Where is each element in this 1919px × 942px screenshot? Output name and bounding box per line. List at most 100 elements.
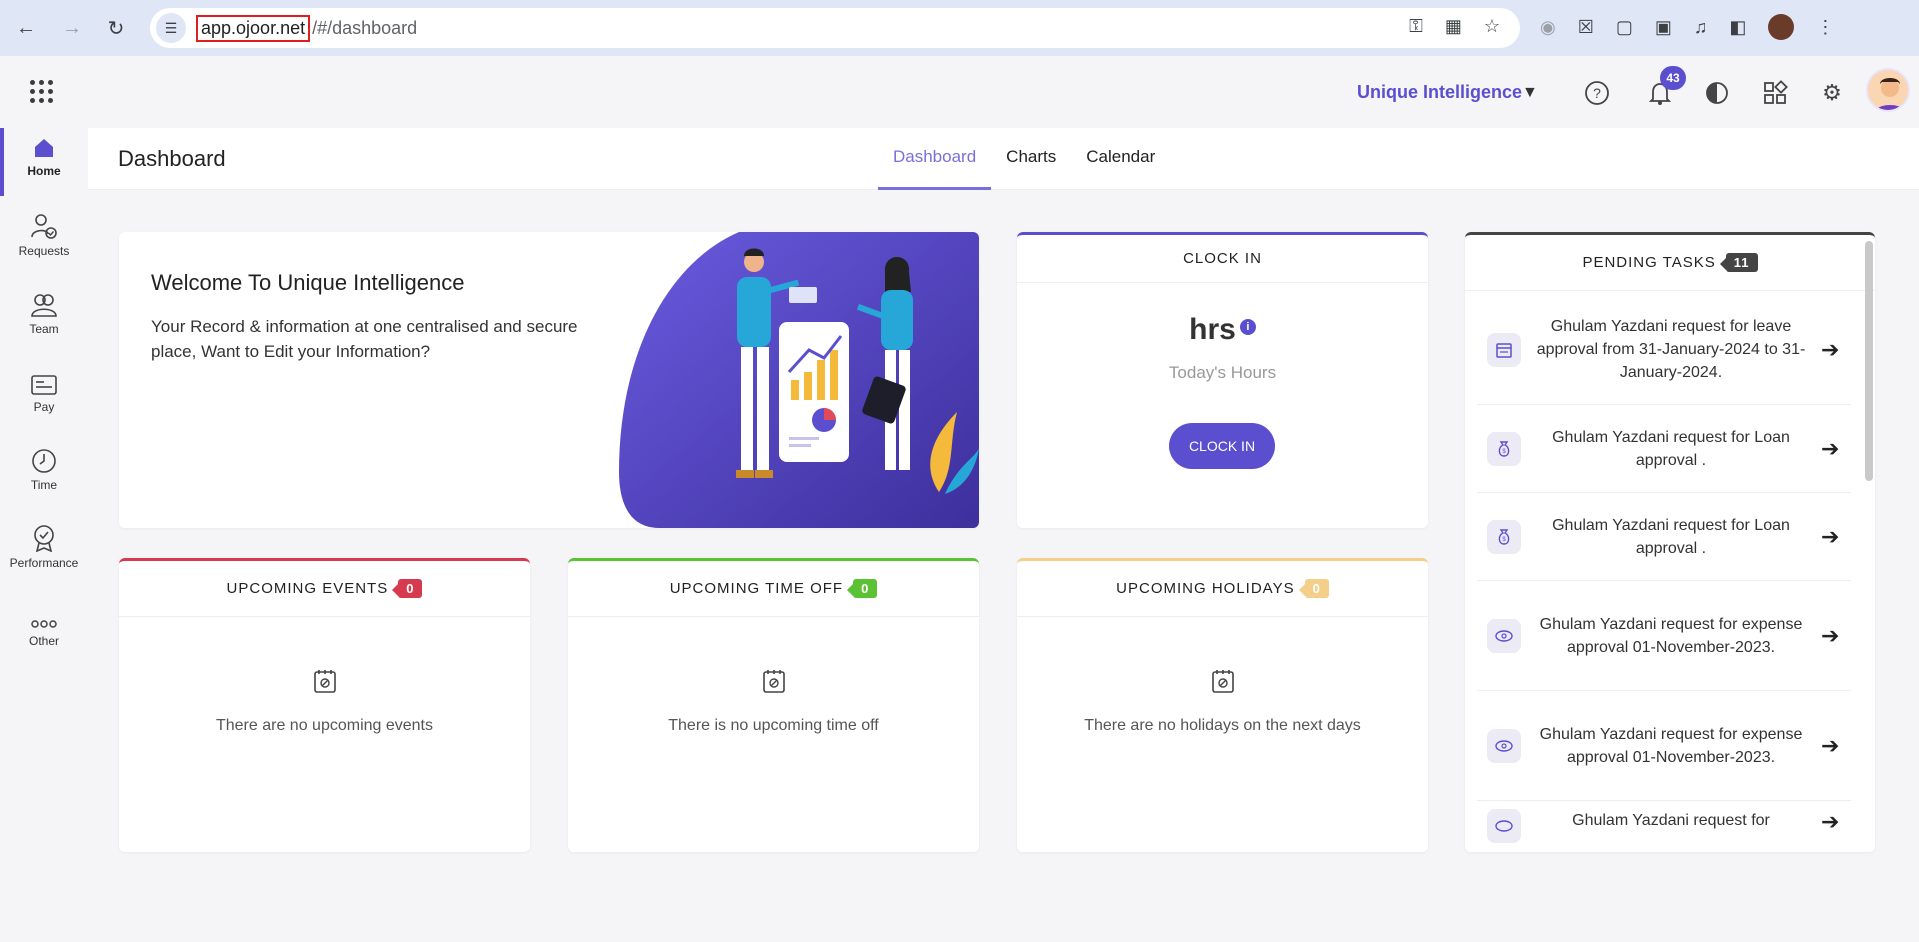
- welcome-text: Your Record & information at one central…: [151, 317, 578, 361]
- cash-icon: [1487, 728, 1521, 763]
- tab-charts[interactable]: Charts: [991, 128, 1071, 190]
- sidebar-item-label: Performance: [9, 556, 79, 570]
- sidebar-item-label: Other: [28, 634, 59, 648]
- address-bar[interactable]: ☰ app.ojoor.net/#/dashboard ⚿ ▦ ☆: [150, 8, 1520, 48]
- arrow-right-icon[interactable]: ➔: [1821, 733, 1851, 759]
- cash-icon: [1487, 809, 1521, 843]
- task-item[interactable]: Ghulam Yazdani request for expense appro…: [1477, 581, 1851, 691]
- sidebar-item-home[interactable]: Home: [0, 128, 88, 198]
- translate-icon[interactable]: ▦: [1445, 16, 1462, 37]
- upcoming-holidays-label: UPCOMING HOLIDAYS: [1116, 580, 1295, 597]
- site-info-icon[interactable]: ☰: [156, 13, 186, 43]
- arrow-right-icon[interactable]: ➔: [1821, 524, 1851, 550]
- tab-bar: Dashboard Charts Calendar: [878, 128, 1170, 190]
- pending-count-badge: 11: [1719, 253, 1758, 272]
- extension-x-icon[interactable]: ☒: [1578, 17, 1594, 38]
- todays-hours-label: Today's Hours: [1168, 363, 1277, 382]
- upcoming-time-off-label: UPCOMING TIME OFF: [669, 580, 844, 597]
- upcoming-holidays-card: UPCOMING HOLIDAYS 0 There are no holiday…: [1017, 558, 1428, 852]
- pending-tasks-label: PENDING TASKS: [1582, 254, 1716, 271]
- sidebar-item-requests[interactable]: Requests: [0, 208, 88, 278]
- task-item[interactable]: $ Ghulam Yazdani request for Loan approv…: [1477, 405, 1851, 493]
- sidebar-item-other[interactable]: Other: [0, 598, 88, 668]
- empty-holidays-text: There are no holidays on the next days: [1084, 717, 1361, 734]
- help-icon[interactable]: ?: [1582, 78, 1612, 108]
- task-item[interactable]: $ Ghulam Yazdani request for Loan approv…: [1477, 493, 1851, 581]
- screenshot-icon[interactable]: ▢: [1616, 17, 1633, 38]
- arrow-right-icon[interactable]: ➔: [1821, 623, 1851, 649]
- timeoff-count-badge: 0: [847, 579, 878, 598]
- calendar-icon: [1487, 332, 1521, 367]
- menu-dots-icon[interactable]: ⋮: [1816, 17, 1834, 38]
- svg-text:$: $: [1502, 449, 1506, 455]
- sidebar-item-label: Team: [29, 322, 59, 336]
- svg-text:?: ?: [1593, 85, 1601, 101]
- award-icon: [31, 520, 57, 552]
- arrow-right-icon[interactable]: ➔: [1821, 337, 1851, 363]
- task-text: Ghulam Yazdani request for Loan approval…: [1552, 428, 1790, 469]
- avatar[interactable]: [1866, 68, 1910, 112]
- page-title: Dashboard: [118, 146, 226, 171]
- widgets-icon[interactable]: [1760, 78, 1790, 108]
- clock-in-button[interactable]: CLOCK IN: [1169, 423, 1275, 469]
- upcoming-events-label: UPCOMING EVENTS: [226, 580, 389, 597]
- empty-timeoff-text: There is no upcoming time off: [668, 717, 879, 734]
- upcoming-time-off-title: UPCOMING TIME OFF 0: [568, 561, 979, 617]
- empty-note-icon: [568, 667, 979, 702]
- welcome-title: Welcome To Unique Intelligence: [151, 270, 465, 295]
- sidebar-item-team[interactable]: Team: [0, 286, 88, 356]
- holidays-count-badge: 0: [1298, 579, 1329, 598]
- key-icon[interactable]: ⚿: [1409, 16, 1423, 37]
- empty-note-icon: [119, 667, 530, 702]
- pending-tasks-card: PENDING TASKS 11 Ghulam Yazdani request …: [1465, 232, 1875, 852]
- app-header: Unique Intelligence ▼ ? 43 ⚙: [0, 56, 1919, 128]
- clock-icon: [31, 442, 57, 474]
- hours-display: hrs i: [1017, 313, 1428, 347]
- arrow-right-icon[interactable]: ➔: [1821, 436, 1851, 462]
- info-icon[interactable]: i: [1239, 319, 1256, 335]
- svg-text:$: $: [1502, 537, 1506, 543]
- puzzle-icon[interactable]: ▣: [1655, 17, 1672, 38]
- upcoming-holidays-title: UPCOMING HOLIDAYS 0: [1017, 561, 1428, 617]
- empty-note-icon: [1017, 667, 1428, 702]
- apps-grid-icon[interactable]: [30, 80, 53, 103]
- back-icon[interactable]: ←: [12, 14, 40, 42]
- task-item[interactable]: Ghulam Yazdani request for expense appro…: [1477, 691, 1851, 801]
- theme-icon[interactable]: [1702, 78, 1732, 108]
- profile-avatar[interactable]: [1768, 14, 1795, 40]
- task-item[interactable]: Ghulam Yazdani request for leave approva…: [1477, 295, 1851, 405]
- home-icon: [32, 128, 56, 160]
- events-count-badge: 0: [392, 579, 423, 598]
- scrollbar[interactable]: [1865, 241, 1873, 481]
- chevron-down-icon[interactable]: ▼: [1522, 84, 1538, 102]
- org-switcher[interactable]: Unique Intelligence: [1357, 82, 1522, 103]
- cash-icon: [1487, 618, 1521, 653]
- sidepanel-icon[interactable]: ◧: [1729, 17, 1746, 38]
- pending-tasks-title: PENDING TASKS 11: [1465, 235, 1875, 291]
- tab-dashboard[interactable]: Dashboard: [878, 128, 992, 190]
- upcoming-events-card: UPCOMING EVENTS 0 There are no upcoming …: [119, 558, 530, 852]
- user-check-icon: [30, 208, 58, 240]
- clock-in-title: CLOCK IN: [1017, 235, 1428, 283]
- sidebar-item-pay[interactable]: Pay: [0, 364, 88, 434]
- reload-icon[interactable]: ↻: [102, 14, 130, 42]
- task-item[interactable]: Ghulam Yazdani request for ➔: [1477, 801, 1851, 852]
- sidebar-item-label: Requests: [18, 244, 70, 258]
- camera-icon[interactable]: ◉: [1540, 17, 1556, 38]
- welcome-card: Welcome To Unique Intelligence Your Reco…: [119, 232, 979, 528]
- star-icon[interactable]: ☆: [1484, 16, 1500, 37]
- tab-calendar[interactable]: Calendar: [1071, 128, 1170, 190]
- gear-icon[interactable]: ⚙: [1817, 78, 1847, 108]
- arrow-right-icon[interactable]: ➔: [1821, 809, 1851, 835]
- browser-toolbar: ← → ↻ ☰ app.ojoor.net/#/dashboard ⚿ ▦ ☆ …: [0, 0, 1919, 56]
- money-bag-icon: $: [1487, 519, 1521, 554]
- welcome-illustration: [619, 232, 979, 528]
- more-dots-icon: [30, 598, 58, 630]
- upcoming-events-title: UPCOMING EVENTS 0: [119, 561, 530, 617]
- sidebar-item-performance[interactable]: Performance: [0, 520, 88, 590]
- hours-value: hrs: [1189, 313, 1236, 346]
- media-icon[interactable]: ♫: [1694, 17, 1708, 38]
- sidebar-item-time[interactable]: Time: [0, 442, 88, 512]
- forward-icon[interactable]: →: [58, 14, 86, 42]
- clock-in-card: CLOCK IN hrs i Today's Hours CLOCK IN: [1017, 232, 1428, 528]
